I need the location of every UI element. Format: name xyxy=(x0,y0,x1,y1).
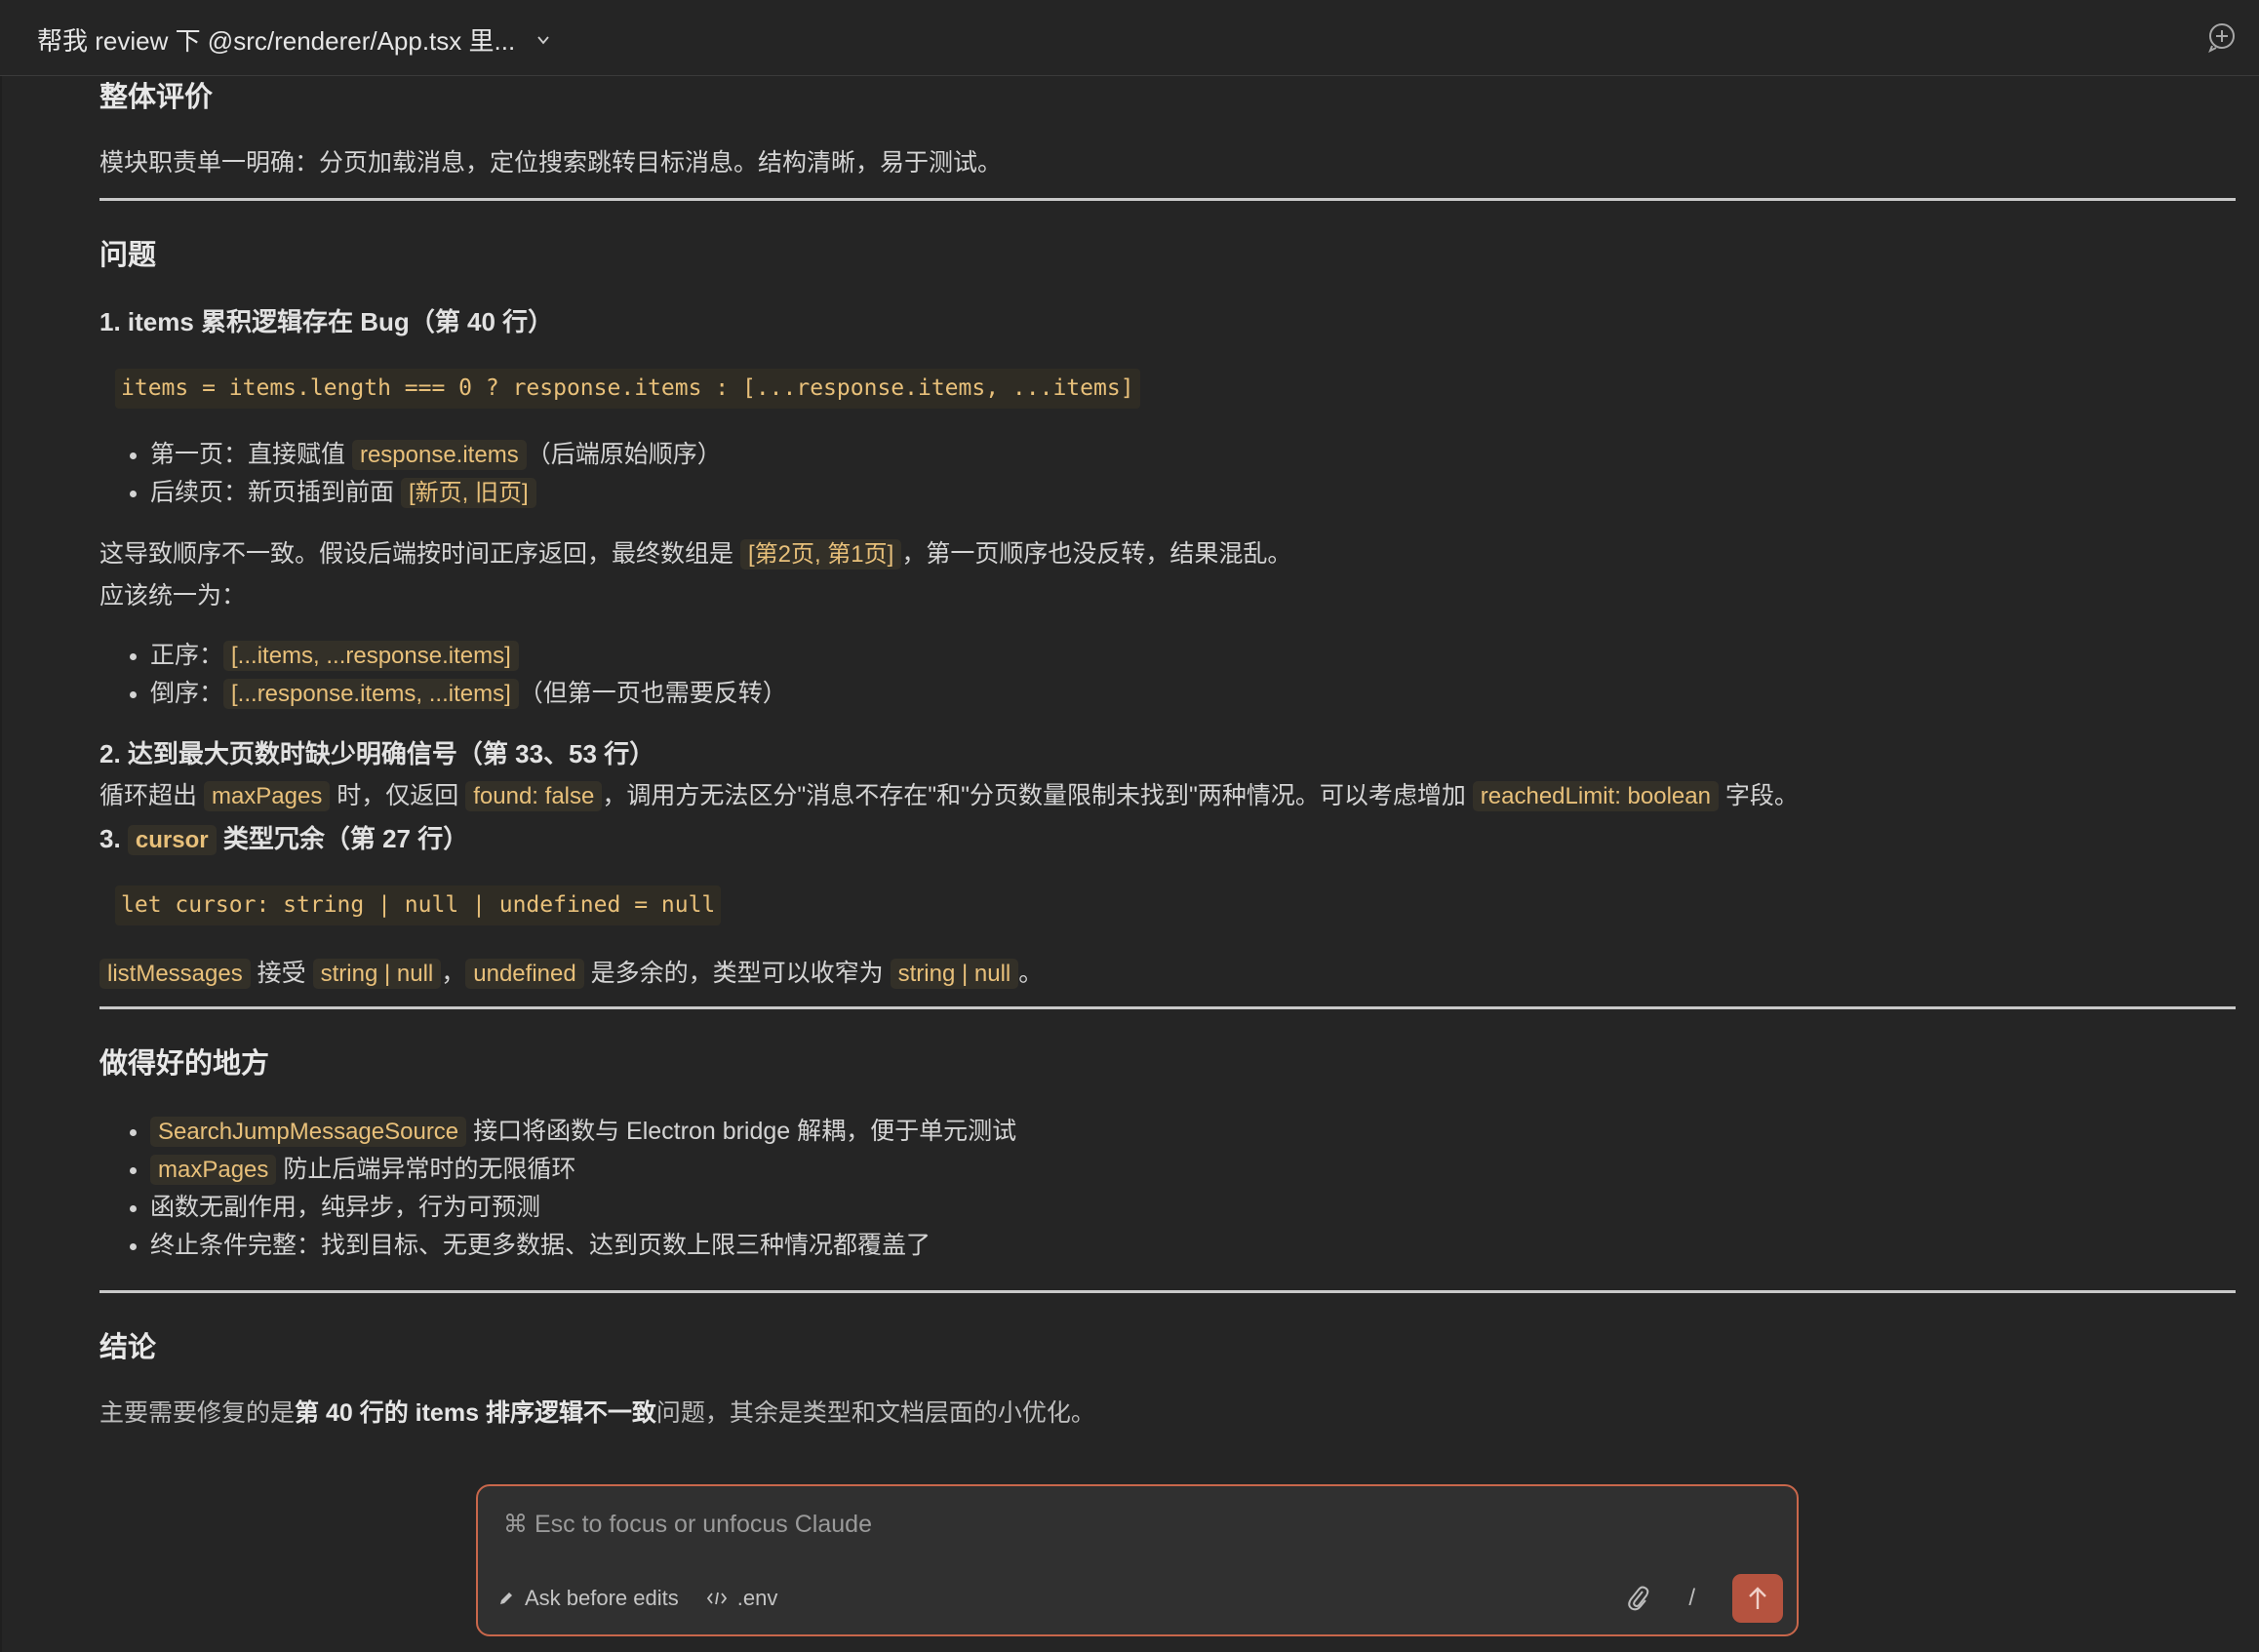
issue1-list: 第一页：直接赋值 response.items（后端原始顺序） 后续页：新页插到… xyxy=(99,436,2236,512)
inline-code: string | null xyxy=(312,959,442,989)
message-composer[interactable]: ⌘ Esc to focus or unfocus Claude Ask bef… xyxy=(476,1484,1799,1636)
inline-code: undefined xyxy=(465,959,584,989)
left-border xyxy=(0,76,2,1652)
file-context-button[interactable]: .env xyxy=(706,1586,778,1611)
good-list: SearchJumpMessageSource 接口将函数与 Electron … xyxy=(99,1113,2236,1265)
inline-code: maxPages xyxy=(203,781,331,811)
section-heading-good: 做得好的地方 xyxy=(99,1048,270,1080)
list-item: 第一页：直接赋值 response.items（后端原始顺序） xyxy=(150,436,2236,474)
edit-mode-label: Ask before edits xyxy=(525,1586,679,1610)
list-item: 函数无副作用，纯异步，行为可预测 xyxy=(150,1189,2236,1227)
inline-code: reachedLimit: boolean xyxy=(1472,781,1719,811)
list-item: 正序：[...items, ...response.items] xyxy=(150,637,2236,675)
section-heading-overall: 整体评价 xyxy=(99,82,214,113)
inline-code: string | null xyxy=(890,959,1019,989)
inline-code: [新页, 旧页] xyxy=(400,478,536,508)
send-button[interactable] xyxy=(1732,1574,1783,1623)
section-heading-issues: 问题 xyxy=(99,240,157,271)
conversation-title-dropdown[interactable]: 帮我 review 下 @src/renderer/App.tsx 里... xyxy=(37,21,550,58)
issue2-title: 2. 达到最大页数时缺少明确信号（第 33、53 行） xyxy=(99,739,655,768)
issue1-title: 1. items 累积逻辑存在 Bug（第 40 行） xyxy=(99,307,554,336)
inline-code: [...items, ...response.items] xyxy=(223,641,519,671)
list-item: SearchJumpMessageSource 接口将函数与 Electron … xyxy=(150,1113,2236,1151)
issue3-text: listMessages 接受 string | null， undefined … xyxy=(99,955,2236,993)
overall-text: 模块职责单一明确：分页加载消息，定位搜索跳转目标消息。结构清晰，易于测试。 xyxy=(99,149,1003,177)
paperclip-icon[interactable] xyxy=(1626,1584,1651,1613)
list-item: maxPages 防止后端异常时的无限循环 xyxy=(150,1151,2236,1189)
review-message: 整体评价 模块职责单一明确：分页加载消息，定位搜索跳转目标消息。结构清晰，易于测… xyxy=(99,76,2236,1433)
file-context-label: .env xyxy=(736,1586,778,1610)
composer-placeholder[interactable]: ⌘ Esc to focus or unfocus Claude xyxy=(503,1510,872,1539)
issue1-fix-intro: 应该统一为： xyxy=(99,582,247,610)
inline-code: found: false xyxy=(465,781,603,811)
inline-code: [第2页, 第1页] xyxy=(739,539,902,570)
arrow-up-icon xyxy=(1749,1587,1766,1609)
new-chat-icon[interactable] xyxy=(2206,21,2238,53)
issue1-explanation: 这导致顺序不一致。假设后端按时间正序返回，最终数组是 [第2页, 第1页] ，第一… xyxy=(99,539,1292,570)
chevron-down-icon xyxy=(537,35,549,44)
inline-code: SearchJumpMessageSource xyxy=(150,1117,467,1147)
issue1-fix-list: 正序：[...items, ...response.items] 倒序：[...… xyxy=(99,637,2236,713)
list-item: 倒序：[...response.items, ...items]（但第一页也需要… xyxy=(150,675,2236,713)
conversation-title: 帮我 review 下 @src/renderer/App.tsx 里... xyxy=(37,26,516,56)
divider xyxy=(99,1290,2236,1293)
issue1-code-block: items = items.length === 0 ? response.it… xyxy=(115,369,1140,409)
divider xyxy=(99,1006,2236,1009)
issue3-title: 3. cursor 类型冗余（第 27 行） xyxy=(99,824,469,855)
conclusion-text: 主要需要修复的是第 40 行的 items 排序逻辑不一致问题，其余是类型和文档… xyxy=(99,1399,1095,1427)
slash-command-button[interactable]: / xyxy=(1688,1585,1695,1612)
pencil-icon xyxy=(500,1593,512,1604)
list-item: 后续页：新页插到前面 [新页, 旧页] xyxy=(150,474,2236,512)
section-heading-conclusion: 结论 xyxy=(99,1332,157,1363)
composer-toolbar: Ask before edits .env / xyxy=(497,1574,1783,1623)
edit-mode-button[interactable]: Ask before edits xyxy=(497,1586,679,1611)
chat-header: 帮我 review 下 @src/renderer/App.tsx 里... xyxy=(0,0,2259,76)
inline-code: maxPages xyxy=(150,1155,277,1185)
divider xyxy=(99,198,2236,201)
inline-code: cursor xyxy=(127,825,217,855)
inline-code: response.items xyxy=(351,440,527,470)
list-item: 终止条件完整：找到目标、无更多数据、达到页数上限三种情况都覆盖了 xyxy=(150,1227,2236,1265)
issue2-text: 循环超出 maxPages 时，仅返回 found: false ，调用方无法区分… xyxy=(99,781,1799,811)
inline-code: [...response.items, ...items] xyxy=(223,679,519,709)
inline-code: listMessages xyxy=(99,959,251,989)
issue3-code-block: let cursor: string | null | undefined = … xyxy=(115,885,722,925)
code-icon xyxy=(706,1592,727,1605)
